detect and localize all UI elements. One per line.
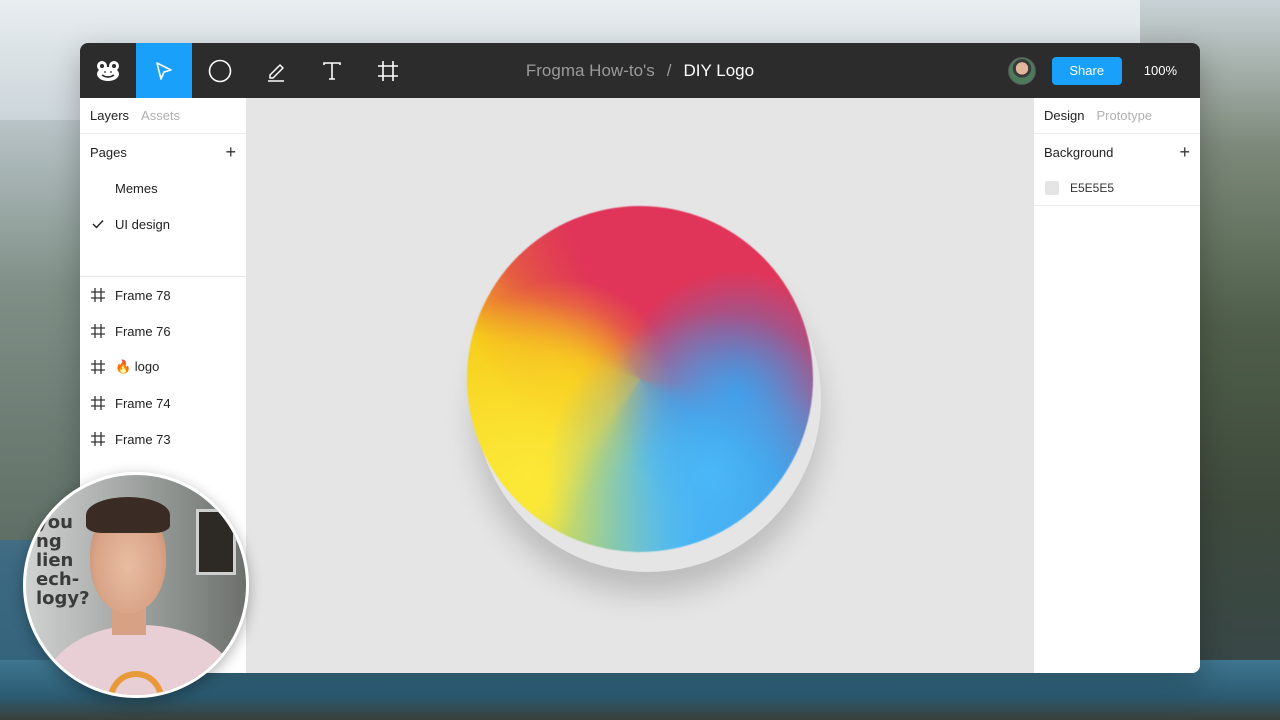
frame-tool-button[interactable] (360, 43, 416, 98)
zoom-level[interactable]: 100% (1144, 63, 1177, 78)
frame-icon (80, 396, 115, 410)
toolbar: Frogma How-to's / DIY Logo Share 100% (80, 43, 1200, 98)
frame-icon (80, 324, 115, 338)
pages-section: Pages + Memes UI design (80, 134, 246, 277)
webcam-picture-frame (196, 509, 236, 575)
ellipse-tool-button[interactable] (192, 43, 248, 98)
layer-item-label: Frame 74 (115, 395, 171, 411)
move-tool-button[interactable] (136, 43, 192, 98)
layer-item-label: 🔥 logo (115, 359, 160, 374)
text-tool-button[interactable] (304, 43, 360, 98)
design-canvas[interactable] (247, 98, 1033, 673)
layer-item-label: Frame 76 (115, 323, 171, 339)
tab-prototype[interactable]: Prototype (1096, 108, 1152, 123)
frame-icon (80, 432, 115, 446)
webcam-person-hair (86, 497, 170, 533)
add-fill-plus-icon[interactable]: + (1179, 143, 1190, 161)
gradient-logo-circle[interactable] (467, 206, 813, 552)
tab-layers[interactable]: Layers (90, 108, 129, 123)
layers-list: Frame 78 Frame 76 🔥 logo Frame 74 Frame … (80, 277, 246, 457)
layer-item-logo[interactable]: 🔥 logo (80, 349, 246, 385)
file-name[interactable]: DIY Logo (684, 61, 755, 81)
toolbar-right: Share 100% (1007, 43, 1200, 98)
pen-tool-button[interactable] (248, 43, 304, 98)
page-item-label: Memes (115, 180, 158, 196)
page-item-memes[interactable]: Memes (80, 170, 246, 206)
layer-item-frame-73[interactable]: Frame 73 (80, 421, 246, 457)
checkmark-icon (80, 217, 115, 232)
breadcrumb-separator: / (666, 60, 672, 80)
layer-item-label: Frame 78 (115, 287, 171, 303)
layer-item-frame-78[interactable]: Frame 78 (80, 277, 246, 313)
background-fill-row[interactable]: E5E5E5 (1034, 170, 1200, 206)
frame-icon (80, 288, 115, 302)
background-header: Background + (1034, 134, 1200, 170)
text-icon (322, 61, 342, 81)
desktop-wallpaper-left (0, 120, 90, 540)
background-title: Background (1044, 144, 1114, 160)
color-swatch[interactable] (1045, 180, 1059, 195)
tab-assets[interactable]: Assets (141, 108, 180, 123)
frame-icon (377, 60, 399, 82)
pages-title: Pages (90, 144, 127, 160)
right-panel: Design Prototype Background + E5E5E5 (1033, 98, 1200, 673)
pen-icon (265, 60, 287, 82)
frog-logo-icon (95, 60, 121, 82)
layer-item-frame-74[interactable]: Frame 74 (80, 385, 246, 421)
layer-item-label: Frame 73 (115, 431, 171, 447)
webcam-wall-text: you ng lien ech- logy? (36, 512, 90, 609)
project-name-link[interactable]: Frogma How-to's (526, 61, 655, 81)
layer-item-frame-76[interactable]: Frame 76 (80, 313, 246, 349)
cursor-icon (153, 60, 175, 82)
ellipse-icon (208, 59, 232, 83)
page-item-label: UI design (115, 216, 170, 232)
add-page-plus-icon[interactable]: + (225, 143, 236, 161)
pages-header: Pages + (80, 134, 246, 170)
left-panel-tabs: Layers Assets (80, 98, 246, 134)
frame-icon (80, 360, 115, 374)
share-button[interactable]: Share (1051, 56, 1122, 85)
webcam-overlay: you ng lien ech- logy? (23, 472, 249, 698)
right-panel-tabs: Design Prototype (1034, 98, 1200, 134)
main-menu-button[interactable] (80, 43, 136, 98)
avatar[interactable] (1007, 56, 1036, 85)
tab-design[interactable]: Design (1044, 108, 1084, 123)
background-hex-value[interactable]: E5E5E5 (1070, 181, 1114, 195)
page-item-ui-design[interactable]: UI design (80, 206, 246, 242)
